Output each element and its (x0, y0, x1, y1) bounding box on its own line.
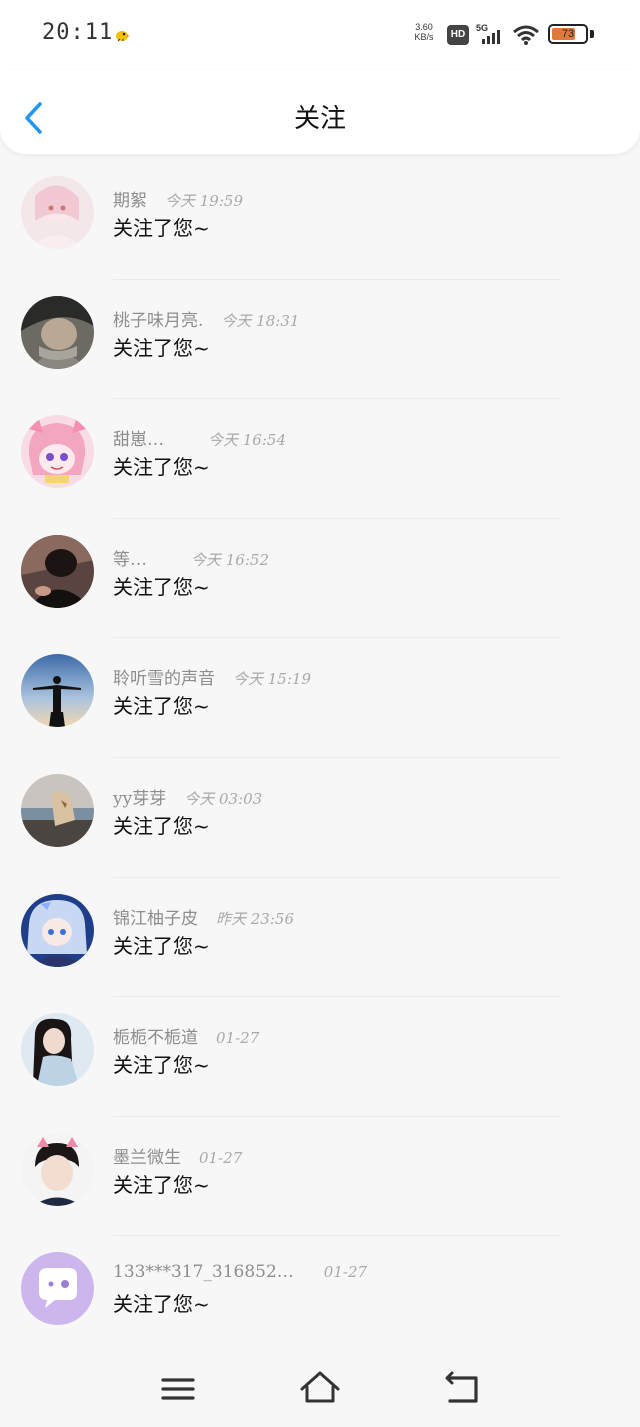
follower-meta: 桃子味月亮. 今天 18:31 (113, 306, 299, 331)
follower-name: 期絮 (113, 191, 147, 211)
follow-message: 关注了您~ (113, 455, 210, 480)
battery-level: 73 (561, 28, 575, 40)
follow-message: 关注了您~ (113, 813, 210, 838)
avatar[interactable] (21, 654, 94, 728)
list-item[interactable]: 等… 今天 16:52 关注了您~ (0, 519, 640, 639)
back-icon (445, 1371, 478, 1403)
net-speed-value: 3.60 (415, 22, 433, 32)
follow-time: 今天 15:19 (233, 670, 311, 689)
list-item[interactable]: 133***317_316852… 01-27 关注了您~ (0, 1236, 640, 1355)
follower-meta: 栀栀不栀道 01-27 (113, 1023, 259, 1048)
follow-time: 01-27 (216, 1029, 260, 1048)
follow-time: 01-27 (199, 1148, 243, 1167)
follower-name: 甜崽… (113, 430, 164, 451)
signal-icon (482, 30, 500, 44)
net-speed-unit: KB/s (414, 32, 434, 42)
follow-time: 今天 03:03 (184, 789, 263, 808)
page-title: 关注 (293, 104, 346, 134)
avatar[interactable] (21, 295, 94, 369)
follow-message: 关注了您~ (113, 335, 210, 360)
follow-message: 关注了您~ (113, 574, 210, 599)
home-button[interactable] (298, 1367, 342, 1411)
list-item[interactable]: 期絮 今天 19:59 关注了您~ (0, 160, 640, 280)
avatar[interactable] (21, 534, 94, 608)
status-time: 20:11 (42, 20, 114, 45)
follow-message: 关注了您~ (113, 216, 210, 240)
follow-message: 关注了您~ (113, 1053, 210, 1078)
follower-name: yy芽芽 (113, 788, 167, 809)
battery-cap (590, 30, 594, 38)
follow-list: 期絮 今天 19:59 关注了您~ 桃子味月亮. 今天 18:31 关注了您~ 甜崽… (0, 160, 640, 1355)
avatar[interactable] (21, 176, 94, 249)
back-nav-button[interactable] (440, 1367, 484, 1411)
follow-message: 关注了您~ (113, 1292, 210, 1317)
follower-meta: 133***317_316852… 01-27 (113, 1262, 367, 1282)
avatar[interactable] (21, 1013, 94, 1087)
follower-meta: 等… 今天 16:52 (113, 545, 269, 570)
list-item[interactable]: yy芽芽 今天 03:03 关注了您~ (0, 758, 640, 878)
list-item[interactable]: 栀栀不栀道 01-27 关注了您~ (0, 997, 640, 1117)
follow-time: 今天 19:59 (165, 192, 243, 210)
follower-name: 锦江柚子皮 (113, 908, 198, 929)
system-nav-bar (0, 1355, 640, 1427)
avatar[interactable] (21, 1252, 94, 1326)
follow-time: 01-27 (323, 1263, 368, 1282)
avatar[interactable] (21, 893, 94, 967)
home-icon (300, 1371, 340, 1403)
list-item[interactable]: 聆听雪的声音 今天 15:19 关注了您~ (0, 638, 640, 758)
follow-message: 关注了您~ (113, 933, 210, 958)
list-item[interactable]: 锦江柚子皮 昨天 23:56 关注了您~ (0, 878, 640, 998)
follower-meta: 甜崽… 今天 16:54 (113, 425, 286, 450)
bird-notification-icon (116, 31, 130, 42)
follower-meta: 期絮 今天 19:59 (113, 186, 243, 211)
follower-name: 栀栀不栀道 (113, 1028, 198, 1049)
net-speed: 3.60 KB/s (410, 22, 438, 42)
wifi-icon (513, 25, 539, 45)
follower-name: 133***317_316852… (113, 1262, 294, 1283)
menu-icon (161, 1378, 195, 1400)
follow-time: 今天 16:54 (208, 431, 286, 450)
follower-name: 等… (113, 549, 147, 570)
follow-message: 关注了您~ (113, 1172, 210, 1197)
avatar[interactable] (21, 415, 94, 489)
list-item[interactable]: 桃子味月亮. 今天 18:31 关注了您~ (0, 280, 640, 400)
follower-meta: 聆听雪的声音 今天 15:19 (113, 664, 311, 689)
menu-button[interactable] (156, 1367, 200, 1411)
follow-time: 今天 18:31 (221, 311, 300, 330)
follower-meta: 锦江柚子皮 昨天 23:56 (113, 904, 294, 929)
list-item[interactable]: 甜崽… 今天 16:54 关注了您~ (0, 399, 640, 519)
avatar[interactable] (21, 1132, 94, 1206)
follower-name: 聆听雪的声音 (113, 669, 215, 690)
status-bar: 20:11 3.60 KB/s HD 5G 73 (0, 0, 640, 70)
avatar[interactable] (21, 773, 94, 847)
battery-indicator: 73 (548, 24, 588, 44)
follow-time: 今天 16:52 (191, 550, 269, 569)
follow-message: 关注了您~ (113, 694, 210, 719)
follower-name: 墨兰微生 (113, 1147, 181, 1168)
header-bar: 关注 (0, 70, 640, 154)
follower-name: 桃子味月亮. (113, 310, 204, 331)
follower-meta: 墨兰微生 01-27 (113, 1143, 242, 1168)
list-item[interactable]: 墨兰微生 01-27 关注了您~ (0, 1117, 640, 1237)
hd-badge: HD (447, 25, 469, 45)
follow-time: 昨天 23:56 (216, 909, 294, 928)
follower-meta: yy芽芽 今天 03:03 (113, 784, 262, 809)
